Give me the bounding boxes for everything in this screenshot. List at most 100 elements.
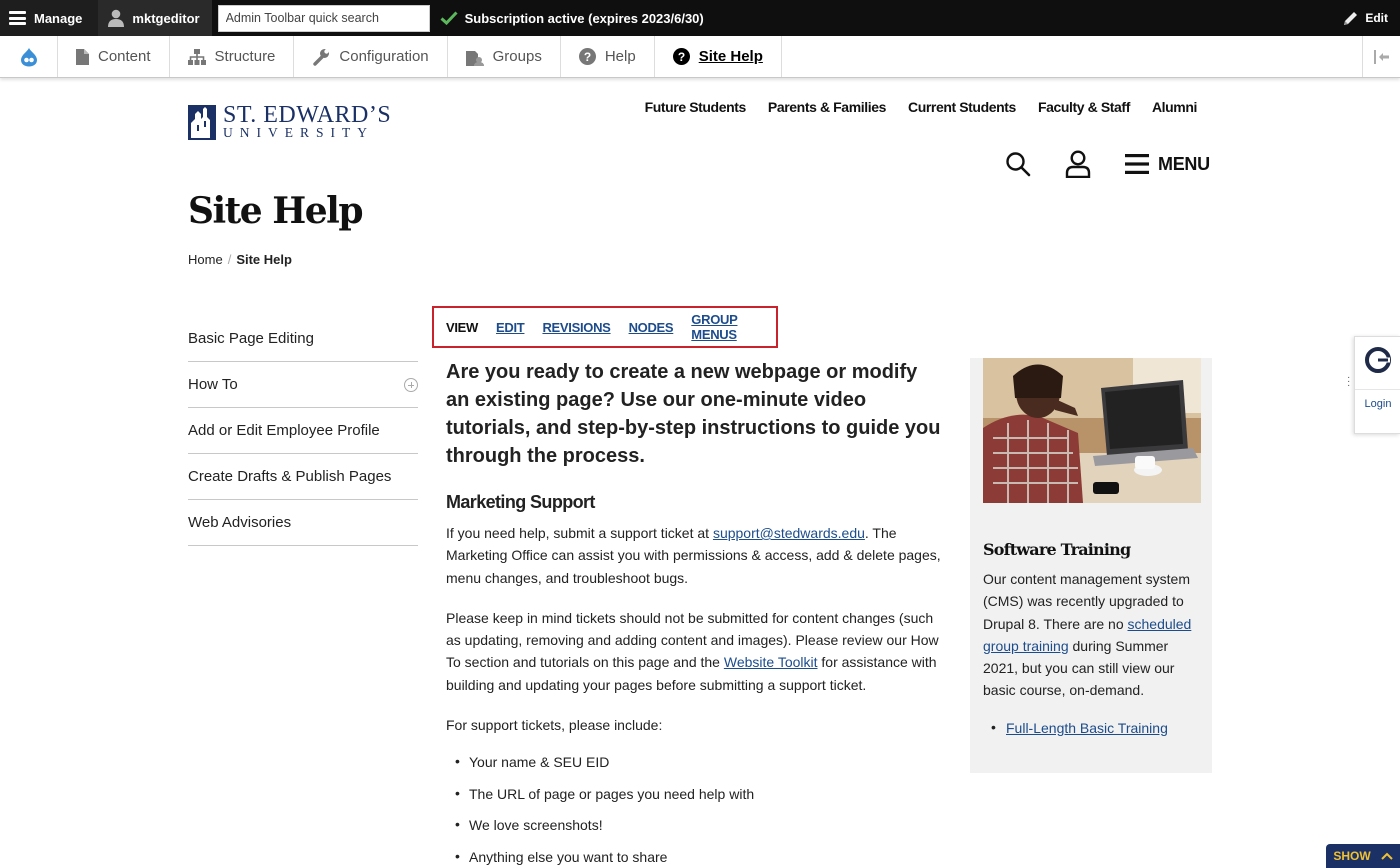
sidebar-item-drafts-publish[interactable]: Create Drafts & Publish Pages bbox=[188, 454, 418, 500]
drupal-home-button[interactable] bbox=[0, 36, 58, 77]
breadcrumb: Home / Site Help bbox=[188, 252, 292, 267]
tray-item-structure[interactable]: Structure bbox=[170, 36, 295, 77]
aside-paragraph: Our content management system (CMS) was … bbox=[983, 571, 1192, 699]
search-icon[interactable] bbox=[1005, 151, 1031, 177]
support-email-link[interactable]: support@stedwards.edu bbox=[713, 525, 865, 541]
tray-label: Help bbox=[604, 48, 636, 65]
login-widget: Login bbox=[1354, 336, 1400, 434]
drupal-drop-icon bbox=[20, 47, 37, 66]
edit-toggle-button[interactable]: Edit bbox=[1342, 10, 1400, 27]
lead-paragraph: Are you ready to create a new webpage or… bbox=[446, 361, 941, 467]
breadcrumb-separator: / bbox=[227, 252, 232, 267]
subscription-status: Subscription active (expires 2023/6/30) bbox=[440, 11, 704, 26]
svg-text:?: ? bbox=[584, 50, 591, 64]
tray-label: Structure bbox=[214, 48, 276, 65]
admin-search-input[interactable] bbox=[217, 4, 430, 32]
manage-label: Manage bbox=[34, 10, 83, 26]
top-nav: Future Students Parents & Families Curre… bbox=[645, 99, 1198, 115]
site-logo[interactable]: ST. EDWARD’S UNIVERSITY bbox=[188, 103, 391, 140]
header-icons: MENU bbox=[1005, 150, 1210, 178]
aside-list: Full-Length Basic Training bbox=[983, 719, 1168, 736]
expand-plus-icon[interactable] bbox=[404, 377, 418, 392]
nav-faculty-staff[interactable]: Faculty & Staff bbox=[1038, 99, 1130, 115]
checkmark-icon bbox=[440, 11, 458, 25]
user-label: mktgeditor bbox=[132, 10, 200, 26]
software-training-sidebar: Software Training Our content management… bbox=[970, 358, 1212, 773]
aside-heading: Software Training bbox=[983, 540, 1131, 559]
sidebar-item-employee-profile[interactable]: Add or Edit Employee Profile bbox=[188, 408, 418, 454]
help-icon: ? bbox=[578, 48, 596, 65]
sidebar-nav: Basic Page Editing How To Add or Edit Em… bbox=[188, 316, 418, 546]
tray-orientation-toggle[interactable] bbox=[1362, 36, 1400, 77]
nav-future-students[interactable]: Future Students bbox=[645, 99, 747, 115]
help-icon: ? bbox=[672, 48, 690, 65]
sidebar-item-label: Create Drafts & Publish Pages bbox=[188, 468, 392, 485]
sidebar-item-label: Add or Edit Employee Profile bbox=[188, 422, 380, 439]
list-item: Full-Length Basic Training bbox=[983, 719, 1168, 736]
sidebar-item-basic-page-editing[interactable]: Basic Page Editing bbox=[188, 316, 418, 362]
manage-button[interactable]: Manage bbox=[0, 0, 99, 36]
breadcrumb-home[interactable]: Home bbox=[188, 252, 223, 267]
include-paragraph: For support tickets, please include: bbox=[446, 717, 663, 734]
training-photo bbox=[983, 358, 1201, 503]
sidebar-item-how-to[interactable]: How To bbox=[188, 362, 418, 408]
list-item: We love screenshots! bbox=[446, 816, 946, 849]
tab-nodes[interactable]: NODES bbox=[629, 320, 674, 335]
tray-item-site-help[interactable]: ? Site Help bbox=[655, 36, 782, 77]
breadcrumb-current: Site Help bbox=[236, 252, 292, 267]
tab-view[interactable]: VIEW bbox=[446, 320, 478, 335]
login-link[interactable]: Login bbox=[1355, 389, 1400, 435]
website-toolkit-link[interactable]: Website Toolkit bbox=[724, 654, 818, 670]
subscription-text: Subscription active (expires 2023/6/30) bbox=[464, 10, 704, 26]
logo-emblem-icon bbox=[188, 104, 216, 140]
chevron-up-icon bbox=[1380, 852, 1393, 860]
tray-item-help[interactable]: ? Help bbox=[561, 36, 655, 77]
sitemap-icon bbox=[187, 48, 206, 65]
toolbar-tray: Content Structure Configuration Groups ?… bbox=[0, 36, 1400, 78]
nav-parents-families[interactable]: Parents & Families bbox=[768, 99, 886, 115]
account-icon[interactable] bbox=[1065, 150, 1091, 178]
edit-label: Edit bbox=[1365, 11, 1388, 25]
tab-edit[interactable]: EDIT bbox=[496, 320, 525, 335]
tray-item-groups[interactable]: Groups bbox=[448, 36, 561, 77]
tray-item-content[interactable]: Content bbox=[58, 36, 170, 77]
show-button[interactable]: SHOW bbox=[1326, 844, 1400, 868]
tray-label: Configuration bbox=[339, 48, 429, 65]
menu-label: MENU bbox=[1158, 153, 1210, 174]
tray-item-configuration[interactable]: Configuration bbox=[294, 36, 448, 77]
tickets-paragraph: Please keep in mind tickets should not b… bbox=[446, 609, 939, 693]
logo-line-2: UNIVERSITY bbox=[223, 125, 374, 140]
menu-button[interactable]: MENU bbox=[1125, 154, 1210, 175]
document-icon bbox=[76, 48, 89, 65]
groups-icon bbox=[465, 50, 484, 66]
main-content: Are you ready to create a new webpage or… bbox=[446, 358, 946, 868]
sidebar-item-label: Web Advisories bbox=[188, 514, 292, 531]
svg-text:?: ? bbox=[678, 50, 685, 64]
list-item: Your name & SEU EID bbox=[446, 753, 946, 786]
include-list: Your name & SEU EID The URL of page or p… bbox=[446, 753, 946, 868]
collapse-icon bbox=[1373, 49, 1389, 64]
sidebar-item-label: Basic Page Editing bbox=[188, 330, 314, 347]
support-paragraph: If you need help, submit a support ticke… bbox=[446, 525, 941, 586]
admin-toolbar: Manage mktgeditor Subscription active (e… bbox=[0, 0, 1400, 36]
sidebar-item-label: How To bbox=[188, 376, 238, 393]
tab-group-menus[interactable]: GROUP MENUS bbox=[691, 312, 776, 342]
tray-label: Site Help bbox=[698, 48, 763, 65]
list-item: The URL of page or pages you need help w… bbox=[446, 785, 946, 818]
show-label: SHOW bbox=[1333, 849, 1371, 863]
drag-handle-icon[interactable]: · · · bbox=[1347, 373, 1350, 391]
nav-current-students[interactable]: Current Students bbox=[908, 99, 1016, 115]
pencil-icon bbox=[1344, 11, 1358, 25]
local-tasks-tabs: VIEW EDIT REVISIONS NODES GROUP MENUS bbox=[432, 306, 778, 348]
basic-training-link[interactable]: Full-Length Basic Training bbox=[1006, 720, 1168, 736]
user-menu-button[interactable]: mktgeditor bbox=[98, 0, 212, 36]
user-icon bbox=[108, 9, 125, 27]
wrench-icon bbox=[313, 48, 330, 66]
tab-revisions[interactable]: REVISIONS bbox=[542, 320, 610, 335]
nav-alumni[interactable]: Alumni bbox=[1152, 99, 1197, 115]
refresh-logo-icon[interactable] bbox=[1363, 345, 1393, 375]
sidebar-item-web-advisories[interactable]: Web Advisories bbox=[188, 500, 418, 546]
tray-label: Groups bbox=[492, 48, 542, 65]
tray-label: Content bbox=[98, 48, 151, 65]
hamburger-icon bbox=[1125, 154, 1149, 174]
